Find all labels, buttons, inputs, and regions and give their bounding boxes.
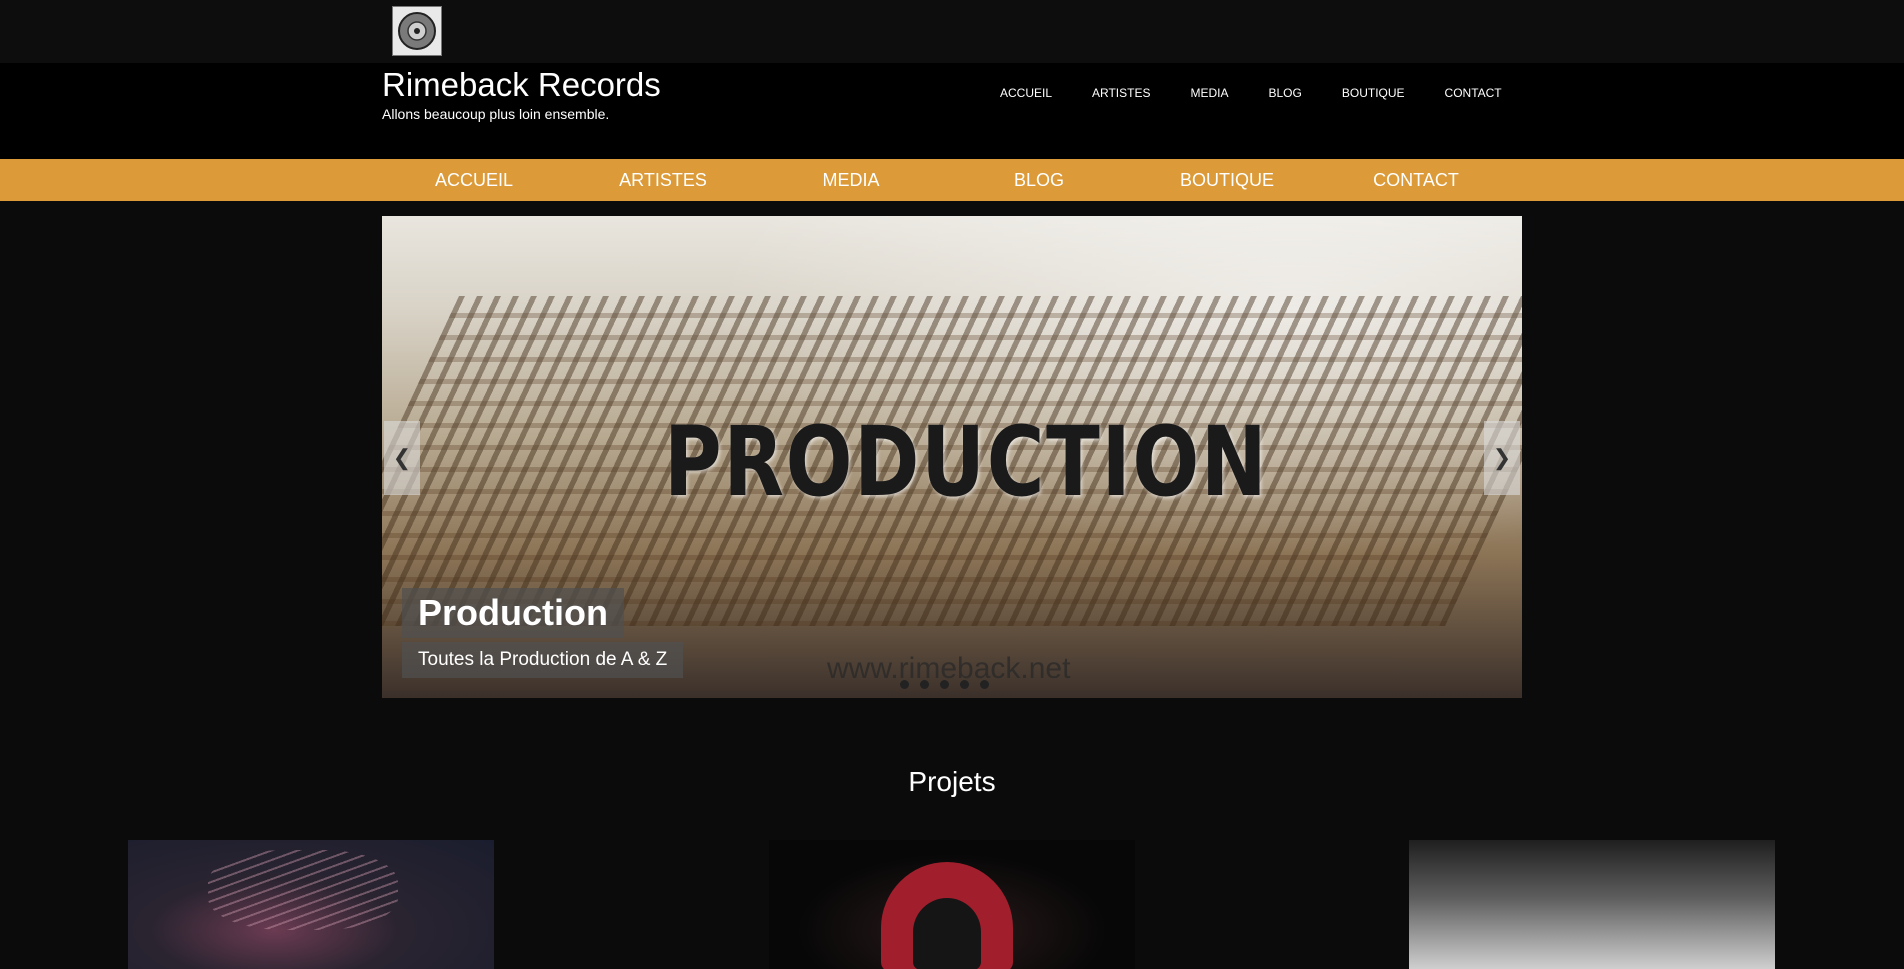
main-nav-contact[interactable]: CONTACT (1322, 159, 1510, 201)
slider-prev-button[interactable]: ❮ (384, 421, 420, 495)
slider-dot[interactable] (900, 680, 909, 689)
project-image-masked-face (913, 898, 981, 969)
top-nav-blog[interactable]: BLOG (1269, 86, 1302, 100)
hero-slider[interactable]: PRODUCTION www.rimeback.net Production T… (382, 216, 1522, 698)
main-nav-blog[interactable]: BLOG (945, 159, 1133, 201)
slider-dot[interactable] (980, 680, 989, 689)
main-nav-media[interactable]: MEDIA (757, 159, 945, 201)
project-thumbnail[interactable] (769, 840, 1135, 969)
top-nav-boutique[interactable]: BOUTIQUE (1342, 86, 1405, 100)
main-nav-boutique[interactable]: BOUTIQUE (1133, 159, 1321, 201)
top-navigation: ACCUEIL ARTISTES MEDIA BLOG BOUTIQUE CON… (1000, 86, 1542, 100)
chevron-right-icon: ❯ (1492, 445, 1512, 470)
slider-dot[interactable] (920, 680, 929, 689)
slider-pagination (900, 680, 1000, 689)
main-nav-accueil[interactable]: ACCUEIL (380, 159, 568, 201)
site-logo[interactable] (392, 6, 442, 56)
slide-caption-title: Production (402, 588, 624, 638)
slide-image-text: PRODUCTION (664, 406, 1269, 518)
logo-emblem-icon (398, 12, 436, 50)
top-nav-media[interactable]: MEDIA (1190, 86, 1228, 100)
top-nav-contact[interactable]: CONTACT (1445, 86, 1502, 100)
projects-heading: Projets (908, 766, 996, 797)
project-thumbnail[interactable] (128, 840, 494, 969)
slide-caption-subtitle: Toutes la Production de A & Z (402, 642, 684, 678)
main-nav-artistes[interactable]: ARTISTES (569, 159, 757, 201)
main-navigation: ACCUEIL ARTISTES MEDIA BLOG BOUTIQUE CON… (0, 159, 1904, 201)
slider-dot[interactable] (940, 680, 949, 689)
slider-dot[interactable] (960, 680, 969, 689)
site-header (0, 63, 1904, 159)
top-nav-artistes[interactable]: ARTISTES (1092, 86, 1150, 100)
top-nav-accueil[interactable]: ACCUEIL (1000, 86, 1052, 100)
site-title[interactable]: Rimeback Records (382, 66, 661, 104)
logo-bar (0, 0, 1904, 63)
chevron-left-icon: ❮ (392, 445, 412, 470)
slider-next-button[interactable]: ❯ (1484, 421, 1520, 495)
project-thumbnail[interactable] (1409, 840, 1775, 969)
site-tagline: Allons beaucoup plus loin ensemble. (382, 106, 610, 122)
project-image-artist-dreadlocks (208, 850, 398, 930)
